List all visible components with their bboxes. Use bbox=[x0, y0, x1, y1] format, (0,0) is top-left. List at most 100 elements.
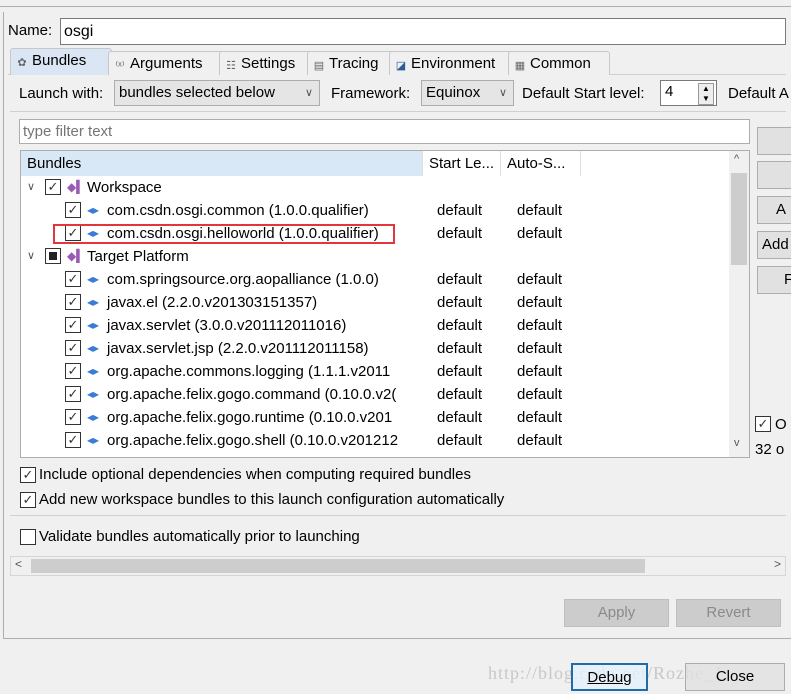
scroll-up-icon[interactable]: ^ bbox=[734, 153, 739, 165]
framework-value: Equinox bbox=[426, 84, 481, 101]
tracing-icon: ▤ bbox=[313, 60, 325, 72]
scrollbar-thumb[interactable] bbox=[31, 559, 645, 573]
tab-bundles[interactable]: ✿ Bundles bbox=[10, 48, 112, 75]
debug-button[interactable]: Debug bbox=[571, 663, 648, 691]
bundle-checkbox[interactable]: ✓ bbox=[65, 317, 81, 333]
start-level-cell[interactable]: default bbox=[437, 222, 482, 245]
option-checkbox[interactable]: ✓ bbox=[20, 467, 36, 483]
bundle-checkbox[interactable]: ✓ bbox=[65, 294, 81, 310]
tree-row[interactable]: ✓ ◂▸ javax.servlet (3.0.0.v201112011016) de… bbox=[21, 314, 731, 337]
start-level-spinner[interactable]: 4 ▲ ▼ bbox=[660, 80, 717, 106]
bundle-checkbox[interactable]: ✓ bbox=[65, 202, 81, 218]
launch-with-label: Launch with: bbox=[19, 85, 104, 102]
bundle-name: javax.el (2.2.0.v201303151357) bbox=[107, 294, 318, 311]
auto-start-cell[interactable]: default bbox=[517, 268, 562, 291]
spinner-arrows-icon[interactable]: ▲ ▼ bbox=[698, 83, 714, 105]
tab-settings[interactable]: ☷ Settings bbox=[219, 51, 315, 75]
name-input[interactable] bbox=[60, 18, 786, 45]
tree-row[interactable]: ✓ ◂▸ org.apache.felix.gogo.command (0.10.0… bbox=[21, 383, 731, 406]
tree-row[interactable]: ✓ ◂▸ com.springsource.org.aopalliance (1.0… bbox=[21, 268, 731, 291]
plugin-icon: ◂▸ bbox=[87, 295, 100, 309]
settings-icon: ☷ bbox=[226, 60, 236, 72]
auto-start-cell[interactable]: default bbox=[517, 360, 562, 383]
tree-row[interactable]: ✓ ◂▸ com.csdn.osgi.common (1.0.0.qualifier… bbox=[21, 199, 731, 222]
side-button[interactable] bbox=[757, 161, 791, 189]
chevron-down-icon[interactable]: ∨ bbox=[27, 176, 35, 199]
side-button[interactable]: F bbox=[757, 266, 791, 294]
bundle-container-icon: ◆▍ bbox=[67, 180, 86, 194]
tree-row[interactable]: ✓ ◂▸ javax.servlet.jsp (2.2.0.v20111201115… bbox=[21, 337, 731, 360]
horizontal-scrollbar[interactable]: < > bbox=[10, 556, 786, 576]
start-level-cell[interactable]: default bbox=[437, 337, 482, 360]
start-level-cell[interactable]: default bbox=[437, 383, 482, 406]
start-level-cell[interactable]: default bbox=[437, 199, 482, 222]
column-header-bundles[interactable]: Bundles bbox=[21, 151, 423, 176]
bundle-checkbox[interactable]: ✓ bbox=[65, 432, 81, 448]
highlight-box bbox=[53, 224, 395, 244]
option-checkbox[interactable] bbox=[20, 529, 36, 545]
tree-row[interactable]: ✓ ◂▸ org.apache.commons.logging (1.1.1.v20… bbox=[21, 360, 731, 383]
tree-row[interactable]: ✓ ◂▸ org.apache.felix.gogo.runtime (0.10.0… bbox=[21, 406, 731, 429]
scroll-right-icon[interactable]: > bbox=[774, 557, 781, 571]
scroll-down-icon[interactable]: v bbox=[734, 437, 740, 449]
tab-tracing[interactable]: ▤ Tracing bbox=[307, 51, 397, 75]
auto-start-cell[interactable]: default bbox=[517, 314, 562, 337]
start-level-cell[interactable]: default bbox=[437, 314, 482, 337]
tab-arguments[interactable]: ⁽ˣ⁾ Arguments bbox=[108, 51, 226, 75]
start-level-cell[interactable]: default bbox=[437, 360, 482, 383]
apply-button[interactable]: Apply bbox=[564, 599, 669, 627]
close-button[interactable]: Close bbox=[685, 663, 785, 691]
bundle-checkbox[interactable]: ✓ bbox=[65, 271, 81, 287]
auto-start-cell[interactable]: default bbox=[517, 199, 562, 222]
option-checkbox-row[interactable]: ✓ Include optional dependencies when comp… bbox=[20, 466, 471, 483]
chevron-down-icon[interactable]: ∨ bbox=[27, 245, 35, 268]
bundle-checkbox[interactable] bbox=[45, 248, 61, 264]
start-level-cell[interactable]: default bbox=[437, 268, 482, 291]
column-header-start-level[interactable]: Start Le... bbox=[423, 151, 501, 176]
vertical-scrollbar[interactable]: ^ v bbox=[729, 151, 749, 457]
tab-common[interactable]: ▦ Common bbox=[508, 51, 610, 75]
scrollbar-thumb[interactable] bbox=[731, 173, 747, 265]
auto-start-cell[interactable]: default bbox=[517, 222, 562, 245]
auto-start-cell[interactable]: default bbox=[517, 337, 562, 360]
bundle-container-icon: ◆▍ bbox=[67, 249, 86, 263]
option-checkbox-row[interactable]: ✓ Add new workspace bundles to this launc… bbox=[20, 491, 504, 508]
bundle-checkbox[interactable]: ✓ bbox=[45, 179, 61, 195]
bundle-checkbox[interactable]: ✓ bbox=[65, 386, 81, 402]
tree-group[interactable]: ∨ ◆▍ Target Platform bbox=[21, 245, 731, 268]
bundle-name: Workspace bbox=[87, 179, 162, 196]
side-button[interactable]: Add bbox=[757, 231, 791, 259]
scroll-left-icon[interactable]: < bbox=[15, 557, 22, 571]
bundle-name: javax.servlet.jsp (2.2.0.v201112011158) bbox=[107, 340, 369, 357]
plugin-icon: ◂▸ bbox=[87, 318, 100, 332]
tree-row[interactable]: ✓ ◂▸ org.apache.felix.gogo.shell (0.10.0.v… bbox=[21, 429, 731, 452]
tab-label: Environment bbox=[411, 55, 496, 72]
start-level-cell[interactable]: default bbox=[437, 429, 482, 452]
tree-group[interactable]: ∨ ✓ ◆▍ Workspace bbox=[21, 176, 731, 199]
launch-with-select[interactable]: bundles selected below ∨ bbox=[114, 80, 320, 106]
start-level-cell[interactable]: default bbox=[437, 406, 482, 429]
bundle-name: org.apache.commons.logging (1.1.1.v2011 bbox=[107, 363, 391, 380]
bundle-checkbox[interactable]: ✓ bbox=[65, 340, 81, 356]
auto-start-cell[interactable]: default bbox=[517, 406, 562, 429]
column-header-auto-start[interactable]: Auto-S... bbox=[501, 151, 581, 176]
bundle-name: javax.servlet (3.0.0.v201112011016) bbox=[107, 317, 347, 334]
auto-start-cell[interactable]: default bbox=[517, 383, 562, 406]
start-level-cell[interactable]: default bbox=[437, 291, 482, 314]
tree-row[interactable]: ✓ ◂▸ javax.el (2.2.0.v201303151357) default… bbox=[21, 291, 731, 314]
auto-start-cell[interactable]: default bbox=[517, 291, 562, 314]
option-checkbox-row[interactable]: Validate bundles automatically prior to … bbox=[20, 528, 360, 545]
filter-input[interactable] bbox=[19, 119, 750, 144]
auto-start-cell[interactable]: default bbox=[517, 429, 562, 452]
side-checkbox[interactable]: ✓ bbox=[755, 416, 771, 432]
framework-select[interactable]: Equinox ∨ bbox=[421, 80, 514, 106]
side-button[interactable]: A bbox=[757, 196, 791, 224]
side-button[interactable] bbox=[757, 127, 791, 155]
plugin-icon: ◂▸ bbox=[87, 272, 100, 286]
tab-environment[interactable]: ◪ Environment bbox=[389, 51, 516, 75]
plugin-icon: ◂▸ bbox=[87, 433, 100, 447]
bundle-checkbox[interactable]: ✓ bbox=[65, 409, 81, 425]
option-checkbox[interactable]: ✓ bbox=[20, 492, 36, 508]
bundle-checkbox[interactable]: ✓ bbox=[65, 363, 81, 379]
revert-button[interactable]: Revert bbox=[676, 599, 781, 627]
